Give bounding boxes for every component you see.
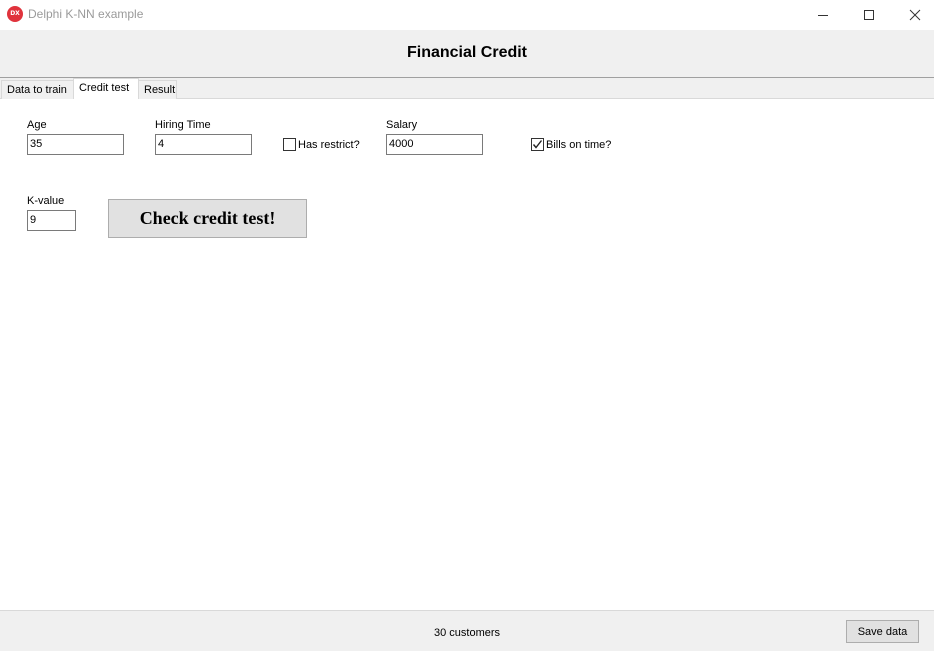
close-button[interactable]: [892, 0, 934, 30]
has-restrict-checkbox[interactable]: [283, 138, 296, 151]
k-value-input[interactable]: 9: [27, 210, 76, 231]
tab-result[interactable]: Result: [138, 80, 177, 99]
has-restrict-label: Has restrict?: [298, 139, 360, 151]
save-data-button[interactable]: Save data: [846, 620, 919, 643]
check-credit-test-button[interactable]: Check credit test!: [108, 199, 307, 238]
customer-count: 30 customers: [433, 627, 501, 639]
credit-test-panel: Age 35 Hiring Time 4 Has restrict? Salar…: [0, 99, 934, 610]
status-bar: 30 customers Save data: [0, 610, 934, 651]
app-icon: DX: [7, 6, 23, 22]
tab-credit-test[interactable]: Credit test: [73, 78, 139, 99]
hiring-time-input[interactable]: 4: [155, 134, 252, 155]
k-value-label: K-value: [27, 195, 65, 207]
minimize-icon: [818, 15, 828, 16]
age-input[interactable]: 35: [27, 134, 124, 155]
salary-input[interactable]: 4000: [386, 134, 483, 155]
window-title: Delphi K-NN example: [28, 7, 144, 21]
tab-bar: Data to train Credit test Result: [0, 78, 934, 99]
checkmark-icon: [532, 140, 543, 149]
minimize-button[interactable]: [800, 0, 846, 30]
maximize-button[interactable]: [846, 0, 892, 30]
age-label: Age: [27, 119, 47, 131]
bills-on-time-checkbox[interactable]: [531, 138, 544, 151]
header-panel: Financial Credit: [0, 30, 934, 78]
maximize-icon: [864, 10, 874, 20]
tab-data-to-train[interactable]: Data to train: [1, 80, 74, 99]
close-icon: [909, 9, 921, 21]
hiring-time-label: Hiring Time: [155, 119, 211, 131]
page-title: Financial Credit: [406, 44, 528, 61]
title-bar: DX Delphi K-NN example: [0, 0, 934, 30]
salary-label: Salary: [386, 119, 418, 131]
bills-on-time-label: Bills on time?: [546, 139, 612, 151]
